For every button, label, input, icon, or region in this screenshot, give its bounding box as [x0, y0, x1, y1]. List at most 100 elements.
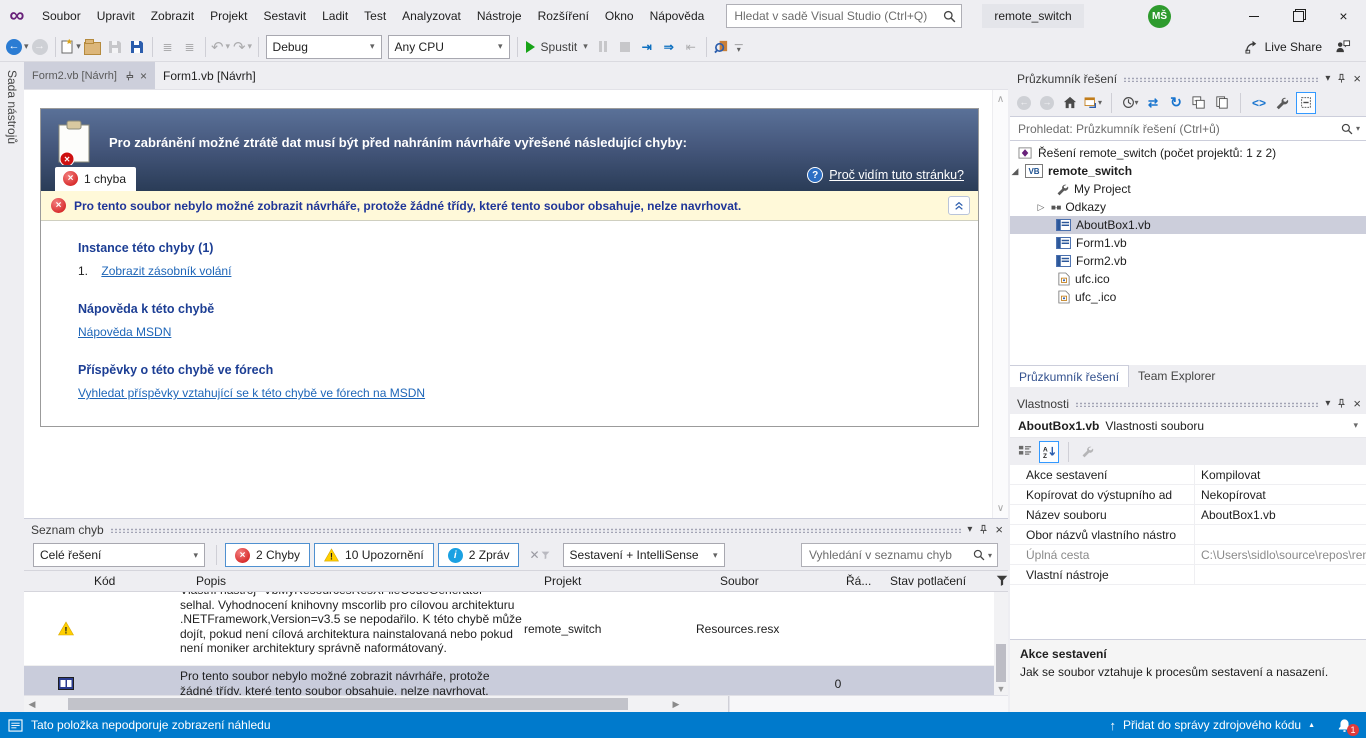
close-icon[interactable]: ×	[1353, 396, 1361, 411]
property-row[interactable]: Akce sestavení Kompilovat	[1010, 465, 1366, 485]
quick-search-input[interactable]	[732, 8, 943, 24]
expander-expanded-icon[interactable]: ◢	[1010, 166, 1020, 177]
menu-item-analyzovat[interactable]: Analyzovat	[394, 0, 469, 32]
step-into-button[interactable]: ⇥	[636, 36, 658, 58]
property-row[interactable]: Obor názvů vlastního nástro	[1010, 525, 1366, 545]
solution-explorer-search-input[interactable]	[1016, 121, 1341, 137]
navigate-forward-button[interactable]: →	[29, 36, 51, 58]
copy-properties-icon[interactable]	[1213, 93, 1231, 113]
notifications-button[interactable]: 1	[1337, 718, 1352, 733]
pending-changes-filter-button[interactable]: ▾	[1121, 93, 1139, 113]
view-code-icon[interactable]: <>	[1250, 93, 1268, 113]
drag-handle[interactable]	[110, 528, 962, 533]
pause-button[interactable]	[592, 36, 614, 58]
solution-explorer-header[interactable]: Průzkumník řešení ▾ ×	[1010, 68, 1366, 89]
scope-combobox[interactable]: Celé řešení▾	[33, 543, 205, 567]
property-row[interactable]: Úplná cesta C:\Users\sidlo\source\repos\…	[1010, 545, 1366, 565]
minimize-button[interactable]	[1231, 0, 1276, 32]
indent-button[interactable]: ≣	[179, 36, 201, 58]
property-pages-wrench-icon[interactable]	[1078, 442, 1096, 462]
drag-handle[interactable]	[1123, 77, 1319, 82]
scroll-left-icon[interactable]: ◀	[24, 699, 40, 710]
drag-handle[interactable]	[1075, 402, 1319, 407]
collapse-all-icon[interactable]	[1190, 93, 1208, 113]
menu-item-projekt[interactable]: Projekt	[202, 0, 255, 32]
error-list-vertical-scrollbar[interactable]: ▼	[994, 592, 1008, 695]
menu-item-upravit[interactable]: Upravit	[89, 0, 143, 32]
messages-filter-button[interactable]: i 2 Zpráv	[438, 543, 520, 567]
show-all-files-button[interactable]	[1296, 92, 1316, 114]
tree-item-aboutbox1[interactable]: AboutBox1.vb	[1010, 216, 1366, 234]
scroll-up-icon[interactable]: ∧	[997, 94, 1004, 105]
expander-collapsed-icon[interactable]: ▷	[1036, 202, 1046, 213]
tree-item-ufc2-ico[interactable]: ufc_.ico	[1010, 288, 1366, 306]
pin-icon[interactable]	[123, 70, 134, 81]
forward-button[interactable]: →	[1038, 93, 1056, 113]
save-all-button[interactable]	[126, 36, 148, 58]
save-button[interactable]	[104, 36, 126, 58]
find-in-files-button[interactable]	[711, 36, 733, 58]
stop-button[interactable]	[614, 36, 636, 58]
platform-combobox[interactable]: Any CPU▾	[388, 35, 510, 59]
close-icon[interactable]: ×	[995, 522, 1003, 537]
warnings-filter-button[interactable]: ! 10 Upozornění	[314, 543, 434, 567]
tab-form1-design[interactable]: Form1.vb [Návrh]	[155, 62, 264, 89]
menu-item-ladit[interactable]: Ladit	[314, 0, 356, 32]
pin-icon[interactable]	[1336, 398, 1347, 409]
scrollbar-track[interactable]	[40, 698, 668, 710]
why-am-i-seeing-this-link[interactable]: ? Proč vidím tuto stránku?	[807, 167, 964, 183]
open-file-button[interactable]	[82, 36, 104, 58]
undo-button[interactable]: ↶▾	[210, 36, 232, 58]
new-project-button[interactable]: ▾	[60, 36, 82, 58]
show-call-stack-link[interactable]: Zobrazit zásobník volání	[101, 264, 231, 278]
window-position-menu-icon[interactable]: ▾	[967, 524, 972, 535]
restore-button[interactable]	[1276, 0, 1321, 32]
menu-item-soubor[interactable]: Soubor	[34, 0, 89, 32]
error-list-horizontal-scrollbar[interactable]: ◀ ▶	[24, 695, 1008, 712]
scroll-down-icon[interactable]: ▼	[997, 684, 1006, 694]
window-position-menu-icon[interactable]: ▾	[1325, 398, 1330, 409]
property-value[interactable]: Nekopírovat	[1195, 488, 1366, 502]
tab-team-explorer[interactable]: Team Explorer	[1129, 365, 1224, 387]
tab-solution-explorer[interactable]: Průzkumník řešení	[1010, 365, 1129, 387]
column-stav-potlaceni[interactable]: Stav potlačení	[886, 574, 992, 588]
toolbox-sidebar-tab[interactable]: Sada nástrojů	[0, 62, 24, 712]
pin-icon[interactable]	[1336, 73, 1347, 84]
column-popis[interactable]: Popis	[192, 574, 540, 588]
menu-item-test[interactable]: Test	[356, 0, 394, 32]
tab-form2-design[interactable]: Form2.vb [Návrh] ×	[24, 62, 155, 89]
tree-item-references[interactable]: ▷ ■-■ Odkazy	[1010, 198, 1366, 216]
source-combobox[interactable]: Sestavení + IntelliSense▾	[563, 543, 725, 567]
menu-item-sestavit[interactable]: Sestavit	[255, 0, 314, 32]
close-button[interactable]: ×	[1321, 0, 1366, 32]
property-row[interactable]: Vlastní nástroje	[1010, 565, 1366, 585]
switch-views-button[interactable]: ▾	[1084, 93, 1102, 113]
refresh-icon[interactable]: ↻	[1167, 93, 1185, 113]
configuration-combobox[interactable]: Debug▾	[266, 35, 382, 59]
forum-search-link[interactable]: Vyhledat příspěvky vztahující se k této …	[78, 386, 425, 400]
error-list-row-selected[interactable]: Pro tento soubor nebylo možné zobrazit n…	[24, 666, 1008, 695]
errors-filter-button[interactable]: × 2 Chyby	[225, 543, 310, 567]
property-value[interactable]: Kompilovat	[1195, 468, 1366, 482]
menu-item-zobrazit[interactable]: Zobrazit	[143, 0, 202, 32]
navigate-back-button[interactable]: ←▾	[6, 36, 29, 58]
tree-item-form1[interactable]: Form1.vb	[1010, 234, 1366, 252]
collapse-error-button[interactable]	[948, 196, 970, 215]
property-row[interactable]: Kopírovat do výstupního ad Nekopírovat	[1010, 485, 1366, 505]
close-tab-icon[interactable]: ×	[140, 69, 147, 83]
properties-object-selector[interactable]: AboutBox1.vb Vlastnosti souboru ▾	[1010, 414, 1366, 438]
home-icon[interactable]	[1061, 93, 1079, 113]
property-row[interactable]: Název souboru AboutBox1.vb	[1010, 505, 1366, 525]
menu-item-okno[interactable]: Okno	[597, 0, 642, 32]
column-radek[interactable]: Řá...	[842, 574, 886, 588]
menu-item-nastroje[interactable]: Nástroje	[469, 0, 530, 32]
start-debugging-button[interactable]: Spustit ▾	[522, 36, 592, 58]
error-list-header[interactable]: Seznam chyb ▾ ×	[24, 519, 1008, 540]
tree-item-solution[interactable]: Řešení remote_switch (počet projektů: 1 …	[1010, 144, 1366, 162]
categorized-view-icon[interactable]	[1016, 442, 1034, 462]
close-icon[interactable]: ×	[1353, 71, 1361, 86]
properties-header[interactable]: Vlastnosti ▾ ×	[1010, 393, 1366, 414]
menu-item-rozsireni[interactable]: Rozšíření	[530, 0, 597, 32]
back-button[interactable]: ←	[1015, 93, 1033, 113]
msdn-help-link[interactable]: Nápověda MSDN	[78, 325, 171, 339]
